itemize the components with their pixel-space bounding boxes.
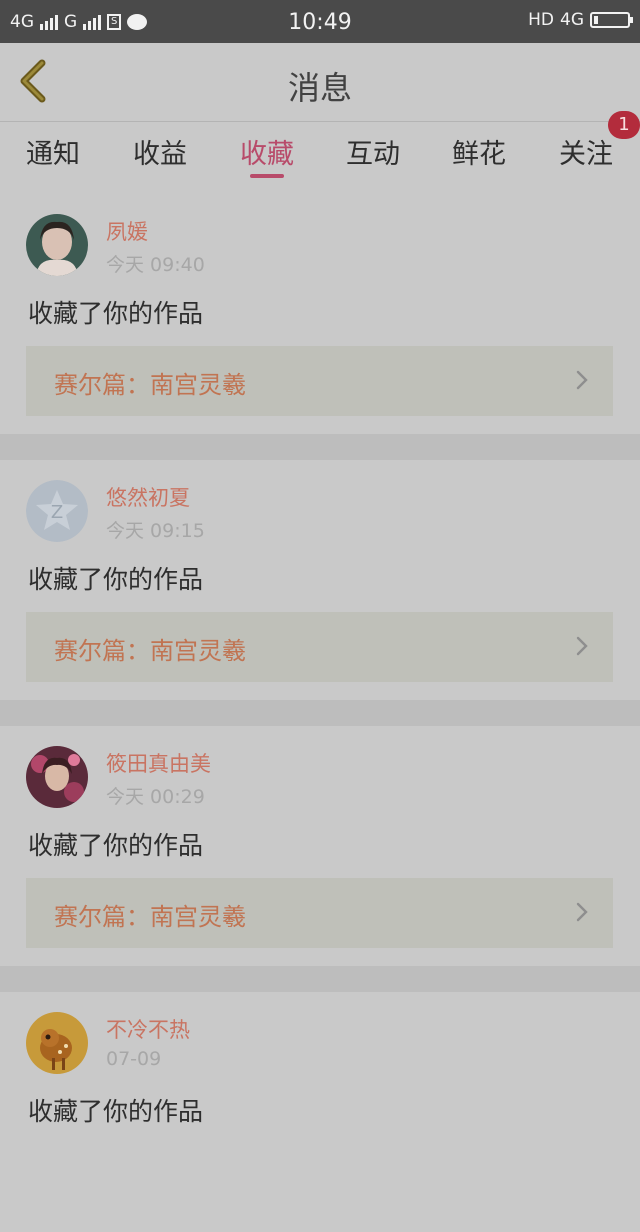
list-item: 不冷不热 07-09 收藏了你的作品 [0, 992, 640, 1232]
header: 消息 [0, 43, 640, 122]
active-tab-indicator [250, 174, 284, 178]
avatar[interactable] [26, 214, 88, 276]
work-link[interactable]: 赛尔篇：南宫灵羲 [26, 878, 613, 948]
network-label-4g-right: 4G [560, 10, 584, 30]
user-photo-icon [26, 214, 88, 276]
action-text: 收藏了你的作品 [28, 299, 204, 328]
avatar[interactable] [26, 1012, 88, 1074]
tab-notifications[interactable]: 通知 [26, 132, 80, 171]
timestamp: 今天 09:40 [106, 254, 205, 276]
user-name[interactable]: 悠然初夏 [106, 482, 190, 512]
timestamp: 07-09 [106, 1048, 162, 1070]
list-item: Z 悠然初夏 今天 09:15 收藏了你的作品 赛尔篇：南宫灵羲 [0, 460, 640, 700]
user-photo-icon [26, 746, 88, 808]
avatar[interactable] [26, 746, 88, 808]
divider [0, 966, 640, 992]
battery-icon [590, 12, 633, 28]
divider [0, 700, 640, 726]
avatar[interactable]: Z [26, 480, 88, 542]
action-text: 收藏了你的作品 [28, 831, 204, 860]
action-text: 收藏了你的作品 [28, 565, 204, 594]
tab-following[interactable]: 关注 [559, 132, 613, 171]
work-link[interactable]: 赛尔篇：南宫灵羲 [26, 346, 613, 416]
work-title: 赛尔篇：南宫灵羲 [54, 637, 246, 665]
work-title: 赛尔篇：南宫灵羲 [54, 371, 246, 399]
default-avatar-icon: Z [26, 480, 88, 542]
chevron-right-icon [576, 902, 588, 922]
tab-flowers[interactable]: 鲜花 [452, 132, 506, 171]
action-text: 收藏了你的作品 [28, 1097, 204, 1126]
user-name[interactable]: 夙媛 [106, 216, 148, 246]
user-name[interactable]: 筱田真由美 [106, 748, 211, 778]
user-name[interactable]: 不冷不热 [106, 1014, 190, 1044]
tab-favorites[interactable]: 收藏 [240, 132, 294, 171]
divider [0, 434, 640, 460]
tab-earnings[interactable]: 收益 [133, 132, 187, 171]
chevron-right-icon [576, 636, 588, 656]
list-item: 筱田真由美 今天 00:29 收藏了你的作品 赛尔篇：南宫灵羲 [0, 726, 640, 966]
timestamp: 今天 09:15 [106, 520, 205, 542]
timestamp: 今天 00:29 [106, 786, 205, 808]
status-right: HD 4G [528, 10, 633, 30]
user-photo-icon [26, 1012, 88, 1074]
following-badge: 1 [608, 111, 640, 139]
tab-bar: 通知 收益 收藏 互动 鲜花 关注 [0, 122, 640, 184]
message-list: 夙媛 今天 09:40 收藏了你的作品 赛尔篇：南宫灵羲 Z 悠然初夏 今天 0… [0, 194, 640, 1232]
tab-interactions[interactable]: 互动 [346, 132, 400, 171]
hd-label: HD [528, 10, 554, 30]
list-item: 夙媛 今天 09:40 收藏了你的作品 赛尔篇：南宫灵羲 [0, 194, 640, 434]
status-bar: 4G G S 10:49 HD 4G [0, 0, 640, 43]
chevron-right-icon [576, 370, 588, 390]
page-title: 消息 [287, 69, 352, 107]
svg-text:Z: Z [51, 502, 63, 523]
work-title: 赛尔篇：南宫灵羲 [54, 903, 246, 931]
work-link[interactable]: 赛尔篇：南宫灵羲 [26, 612, 613, 682]
